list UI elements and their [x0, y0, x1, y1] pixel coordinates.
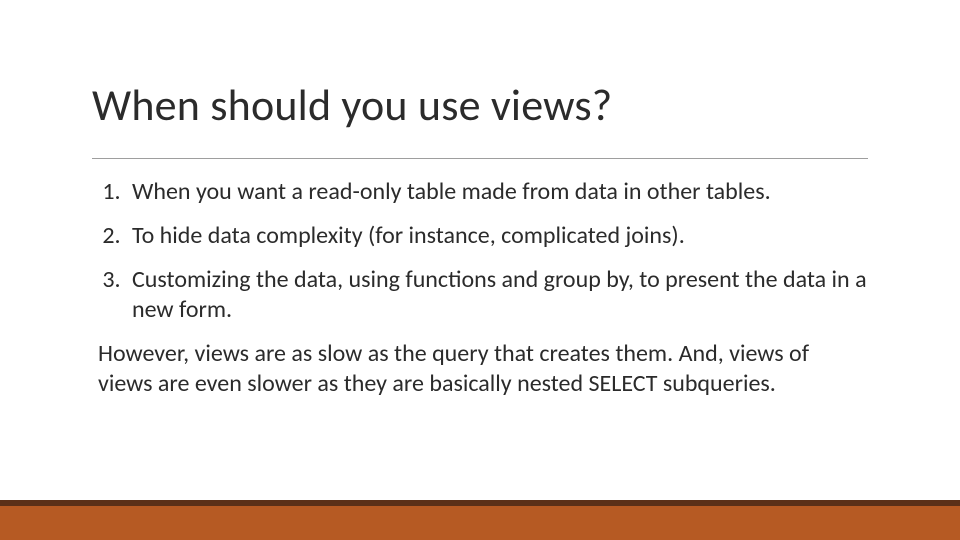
title-underline: When should you use views? — [92, 78, 868, 159]
slide: When should you use views? When you want… — [0, 0, 960, 540]
slide-note: However, views are as slow as the query … — [92, 339, 868, 399]
list-item: When you want a read-only table made fro… — [126, 177, 868, 207]
list-item: To hide data complexity (for instance, c… — [126, 221, 868, 251]
bottom-accent-band — [0, 506, 960, 540]
slide-content: When should you use views? When you want… — [92, 78, 868, 399]
numbered-list: When you want a read-only table made fro… — [92, 177, 868, 325]
slide-title: When should you use views? — [92, 78, 868, 140]
list-item: Customizing the data, using functions an… — [126, 265, 868, 325]
